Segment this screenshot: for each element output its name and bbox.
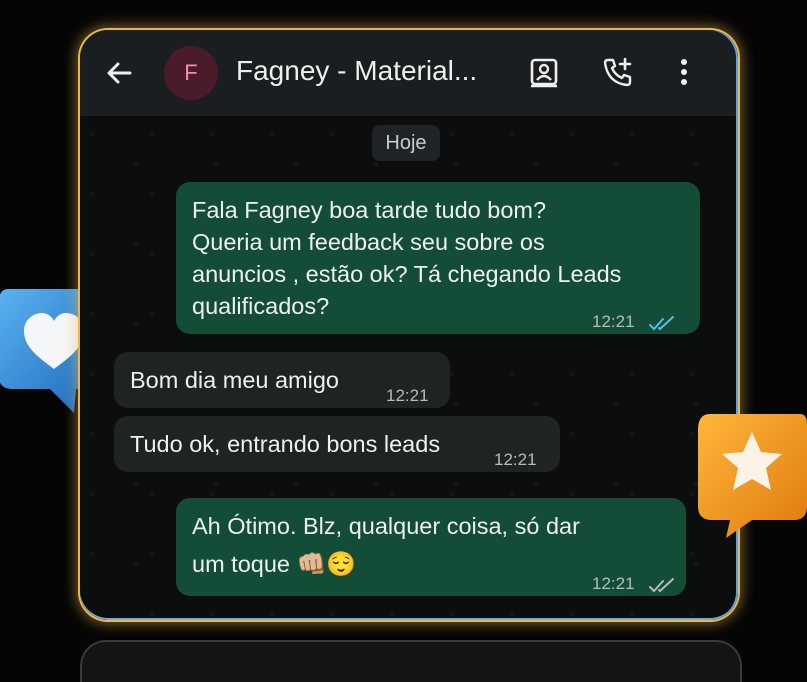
arrow-left-icon[interactable] bbox=[102, 56, 136, 90]
message-time: 12:21 bbox=[592, 574, 635, 593]
message-line: um toque 👊🏼😌 bbox=[192, 548, 356, 581]
avatar-initial: F bbox=[184, 60, 198, 85]
message-time: 12:21 bbox=[494, 450, 537, 469]
contact-card-icon[interactable] bbox=[524, 52, 564, 92]
star-badge-icon bbox=[690, 410, 807, 545]
chat-window: F Fagney - Material... Hoje Fala Fagney bbox=[80, 30, 738, 620]
message-time: 12:21 bbox=[386, 386, 429, 405]
next-card-edge bbox=[80, 640, 742, 682]
add-call-icon[interactable] bbox=[598, 52, 638, 92]
message-bubble-incoming[interactable]: Tudo ok, entrando bons leads 12:21 bbox=[114, 416, 560, 472]
double-check-icon bbox=[648, 570, 676, 602]
message-line: Fala Fagney boa tarde tudo bom? bbox=[192, 197, 547, 223]
message-line: Queria um feedback seu sobre os bbox=[192, 229, 545, 255]
contact-name[interactable]: Fagney - Material... bbox=[236, 55, 477, 87]
message-bubble-incoming[interactable]: Bom dia meu amigo 12:21 bbox=[114, 352, 450, 408]
double-check-read-icon bbox=[648, 308, 676, 340]
emoji: 👊🏼😌 bbox=[296, 551, 357, 578]
message-line: qualificados? bbox=[192, 293, 330, 319]
message-line: Tudo ok, entrando bons leads bbox=[130, 431, 441, 457]
date-separator: Hoje bbox=[372, 125, 440, 161]
message-bubble-outgoing[interactable]: Ah Ótimo. Blz, qualquer coisa, só dar um… bbox=[176, 498, 686, 596]
message-line: anuncios , estão ok? Tá chegando Leads bbox=[192, 261, 622, 287]
message-line: Bom dia meu amigo bbox=[130, 367, 339, 393]
message-time: 12:21 bbox=[592, 312, 635, 331]
more-vert-icon[interactable] bbox=[664, 52, 704, 92]
message-line-text: um toque bbox=[192, 551, 290, 577]
avatar[interactable]: F bbox=[164, 46, 218, 100]
message-line: Ah Ótimo. Blz, qualquer coisa, só dar bbox=[192, 513, 580, 539]
chat-header: F Fagney - Material... bbox=[80, 30, 738, 116]
message-bubble-outgoing[interactable]: Fala Fagney boa tarde tudo bom? Queria u… bbox=[176, 182, 700, 334]
